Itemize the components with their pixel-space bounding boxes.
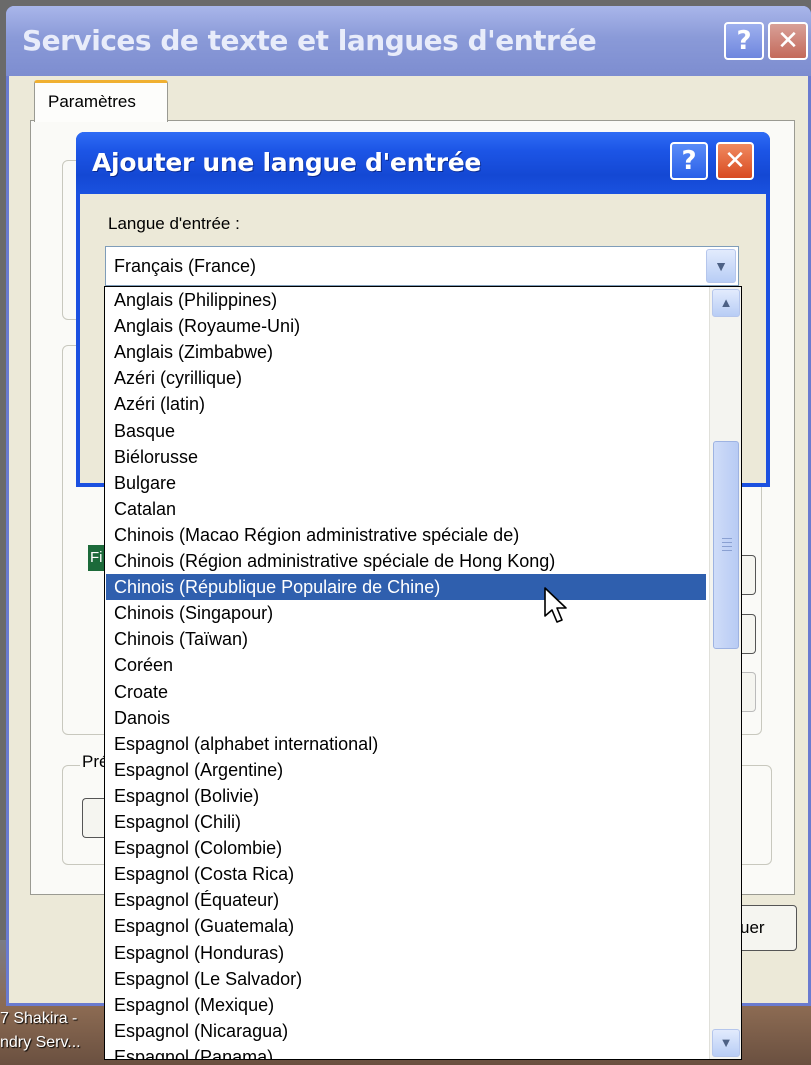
mouse-pointer-icon — [544, 587, 567, 623]
apply-button[interactable]: uer — [735, 905, 797, 951]
installed-service-label: Fi — [90, 549, 103, 566]
list-scrollbar[interactable]: ▲ ▼ — [709, 287, 741, 1059]
dialog-help-button[interactable]: ? — [670, 142, 708, 180]
input-language-combobox[interactable]: Français (France) ▼ — [105, 246, 739, 286]
grip-line — [722, 538, 732, 539]
dialog-title: Ajouter une langue d'entrée — [92, 148, 482, 177]
tab-parametres[interactable]: Paramètres — [34, 80, 168, 122]
list-item[interactable]: Espagnol (Chili) — [106, 809, 706, 835]
desktop-icon-label[interactable]: 7 Shakira - — [0, 1010, 77, 1028]
list-item[interactable]: Croate — [106, 679, 706, 705]
list-item[interactable]: Coréen — [106, 652, 706, 678]
combobox-value: Français (France) — [114, 256, 257, 276]
list-item[interactable]: Espagnol (Guatemala) — [106, 913, 706, 939]
list-item[interactable]: Espagnol (Nicaragua) — [106, 1018, 706, 1044]
list-item[interactable]: Espagnol (alphabet international) — [106, 731, 706, 757]
dialog-title-bar[interactable]: Ajouter une langue d'entrée ? ✕ — [76, 132, 770, 194]
scroll-up-icon[interactable]: ▲ — [712, 289, 740, 317]
list-item[interactable]: Anglais (Philippines) — [106, 287, 706, 313]
apply-button-label: uer — [740, 918, 765, 937]
outer-close-button[interactable]: ✕ — [768, 22, 808, 60]
list-item[interactable]: Basque — [106, 418, 706, 444]
list-item[interactable]: Espagnol (Colombie) — [106, 835, 706, 861]
outer-help-button[interactable]: ? — [724, 22, 764, 60]
scroll-down-icon[interactable]: ▼ — [712, 1029, 740, 1057]
list-item[interactable]: Espagnol (Panama) — [106, 1044, 706, 1059]
list-item[interactable]: Biélorusse — [106, 444, 706, 470]
remove-button[interactable] — [740, 614, 756, 654]
list-item[interactable]: Anglais (Royaume-Uni) — [106, 313, 706, 339]
list-item-selected[interactable]: Chinois (République Populaire de Chine) — [106, 574, 706, 601]
list-item[interactable]: Espagnol (Argentine) — [106, 757, 706, 783]
list-item[interactable]: Chinois (Singapour) — [106, 600, 706, 626]
grip-line — [722, 550, 732, 551]
list-item[interactable]: Espagnol (Honduras) — [106, 940, 706, 966]
list-item[interactable]: Catalan — [106, 496, 706, 522]
dialog-close-button[interactable]: ✕ — [716, 142, 754, 180]
list-item[interactable]: Chinois (Macao Région administrative spé… — [106, 522, 706, 548]
desktop-icon-label-2[interactable]: ndry Serv... — [0, 1034, 81, 1052]
list-item[interactable]: Danois — [106, 705, 706, 731]
language-dropdown-list[interactable]: Anglais (Philippines) Anglais (Royaume-Un… — [104, 286, 742, 1060]
list-item[interactable]: Azéri (cyrillique) — [106, 365, 706, 391]
list-item[interactable]: Espagnol (Costa Rica) — [106, 861, 706, 887]
list-item[interactable]: Anglais (Zimbabwe) — [106, 339, 706, 365]
add-button[interactable] — [740, 555, 756, 595]
outer-title-bar[interactable]: Services de texte et langues d'entrée ? … — [6, 6, 811, 76]
list-item[interactable]: Chinois (Taïwan) — [106, 626, 706, 652]
grip-line — [722, 546, 732, 547]
scrollbar-thumb[interactable] — [713, 441, 739, 649]
list-item[interactable]: Espagnol (Mexique) — [106, 992, 706, 1018]
list-item[interactable]: Espagnol (Équateur) — [106, 887, 706, 913]
tab-label: Paramètres — [48, 92, 136, 111]
list-item[interactable]: Espagnol (Le Salvador) — [106, 966, 706, 992]
list-item[interactable]: Azéri (latin) — [106, 391, 706, 417]
list-item[interactable]: Espagnol (Bolivie) — [106, 783, 706, 809]
list-item[interactable]: Bulgare — [106, 470, 706, 496]
input-language-label: Langue d'entrée : — [108, 214, 240, 233]
chevron-down-icon[interactable]: ▼ — [706, 249, 736, 283]
outer-window-title: Services de texte et langues d'entrée — [22, 24, 597, 57]
grip-line — [722, 542, 732, 543]
properties-button — [740, 672, 756, 712]
list-item[interactable]: Chinois (Région administrative spéciale … — [106, 548, 706, 574]
